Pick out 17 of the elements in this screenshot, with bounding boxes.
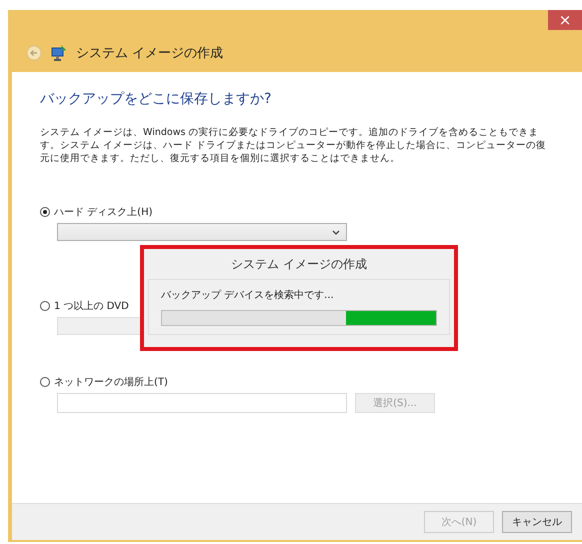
- dropdown-field[interactable]: [57, 223, 347, 241]
- radio-button[interactable]: [40, 207, 50, 217]
- status-message: バックアップ デバイスを検索中です...: [161, 288, 335, 302]
- description-text: システム イメージは、Windows の実行に必要なドライブのコピーです。追加のドライブを含めることもできます。システム イメージは、ハード ドライブまたはコンピューターが動作を停止した場合に、コンピューターの復元に使用できます。ただし、復元する項目を個別に選択することはできません。: [40, 126, 548, 165]
- page-heading: バックアップをどこに保存しますか?: [40, 90, 272, 108]
- dialog-title: システム イメージの作成: [230, 256, 368, 273]
- radio-label[interactable]: 1 つ以上の DVD: [54, 299, 129, 313]
- path-field[interactable]: [57, 393, 347, 413]
- radio-label[interactable]: ハード ディスク上(H): [54, 205, 153, 219]
- close-button[interactable]: ×: [548, 10, 582, 30]
- chevron-down-icon: [332, 230, 340, 236]
- dialog-button[interactable]: キャンセル: [502, 511, 572, 533]
- radio-button[interactable]: [40, 301, 50, 311]
- radio-label[interactable]: ネットワークの場所上(T): [54, 375, 168, 389]
- window-title: システム イメージの作成: [76, 45, 224, 62]
- radio-button[interactable]: [40, 377, 50, 387]
- computer-icon: [50, 44, 68, 62]
